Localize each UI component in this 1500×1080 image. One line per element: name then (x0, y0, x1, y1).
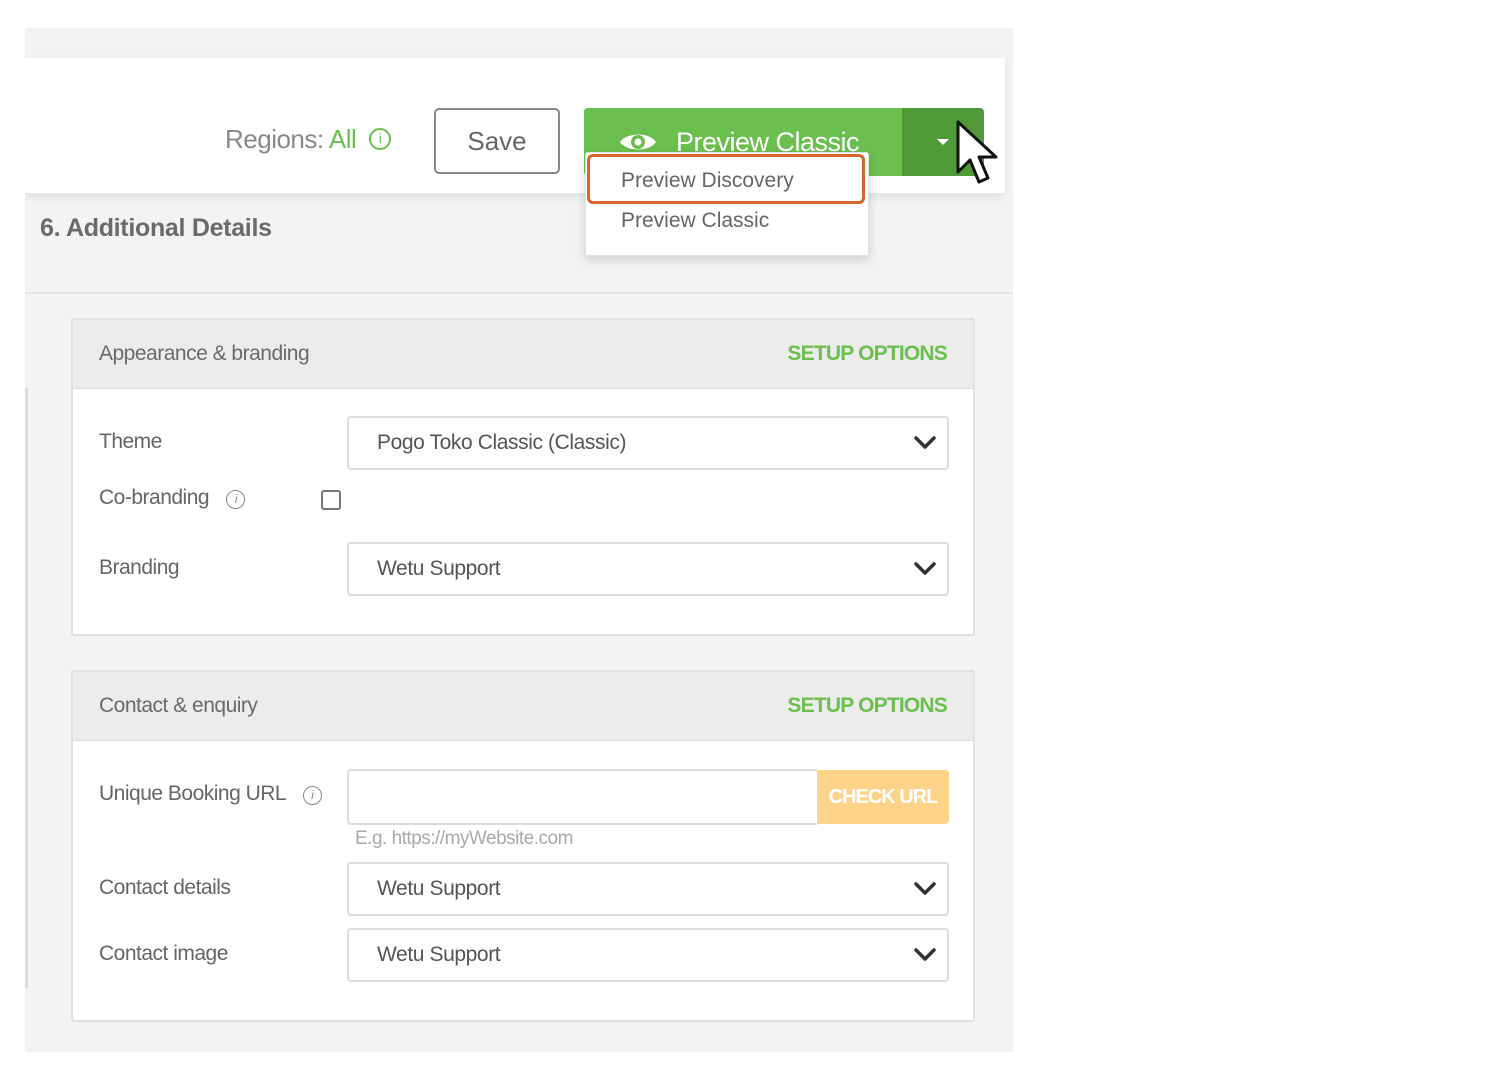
app-window: Regions: All i Save Preview Classic Prev… (25, 28, 1013, 1052)
info-icon[interactable]: i (302, 785, 322, 805)
contact-image-select[interactable]: Wetu Support (347, 928, 949, 982)
branding-select-value: Wetu Support (377, 557, 501, 580)
contact-details-label: Contact details (99, 876, 231, 899)
contact-image-label: Contact image (99, 942, 228, 965)
card-title: Appearance & branding (99, 342, 310, 365)
card-title: Contact & enquiry (99, 694, 258, 717)
info-icon[interactable]: i (226, 489, 246, 509)
theme-select-value: Pogo Toko Classic (Classic) (377, 431, 627, 454)
section-title: 6. Additional Details (40, 214, 272, 242)
regions-indicator[interactable]: Regions: All i (225, 124, 392, 155)
card-header: Contact & enquiry SETUP OPTIONS (73, 672, 973, 741)
contact-enquiry-card: Contact & enquiry SETUP OPTIONS Unique B… (71, 670, 975, 1022)
menu-item-preview-classic[interactable]: Preview Classic (621, 209, 769, 233)
regions-label: Regions: (225, 124, 324, 154)
branding-select[interactable]: Wetu Support (347, 542, 949, 596)
cobranding-label: Co-branding (99, 486, 210, 509)
cobranding-checkbox[interactable] (321, 490, 341, 510)
setup-options-link[interactable]: SETUP OPTIONS (787, 694, 947, 718)
cobranding-label-row: Co-branding i (99, 486, 246, 510)
booking-url-input[interactable] (347, 769, 817, 825)
chevron-down-icon (914, 948, 936, 961)
check-url-button[interactable]: CHECK URL (817, 770, 949, 824)
highlight-box (587, 154, 865, 204)
save-button[interactable]: Save (434, 108, 560, 174)
contact-details-value: Wetu Support (377, 877, 501, 900)
card-header: Appearance & branding SETUP OPTIONS (73, 320, 973, 389)
booking-url-label: Unique Booking URL (99, 782, 286, 805)
theme-select[interactable]: Pogo Toko Classic (Classic) (347, 416, 949, 470)
divider (25, 292, 1013, 294)
contact-details-select[interactable]: Wetu Support (347, 862, 949, 916)
theme-label: Theme (99, 430, 162, 453)
caret-down-icon (937, 139, 949, 145)
cursor-arrow-icon (956, 120, 998, 184)
appearance-branding-card: Appearance & branding SETUP OPTIONS Them… (71, 318, 975, 636)
setup-options-link[interactable]: SETUP OPTIONS (787, 342, 947, 366)
left-rail (25, 388, 28, 988)
regions-value[interactable]: All (329, 124, 357, 154)
chevron-down-icon (914, 436, 936, 449)
contact-image-value: Wetu Support (377, 943, 501, 966)
branding-label: Branding (99, 556, 180, 579)
booking-url-label-row: Unique Booking URL i (99, 782, 322, 806)
chevron-down-icon (914, 882, 936, 895)
booking-url-hint: E.g. https://myWebsite.com (355, 828, 573, 849)
chevron-down-icon (914, 562, 936, 575)
info-icon[interactable]: i (369, 128, 392, 151)
